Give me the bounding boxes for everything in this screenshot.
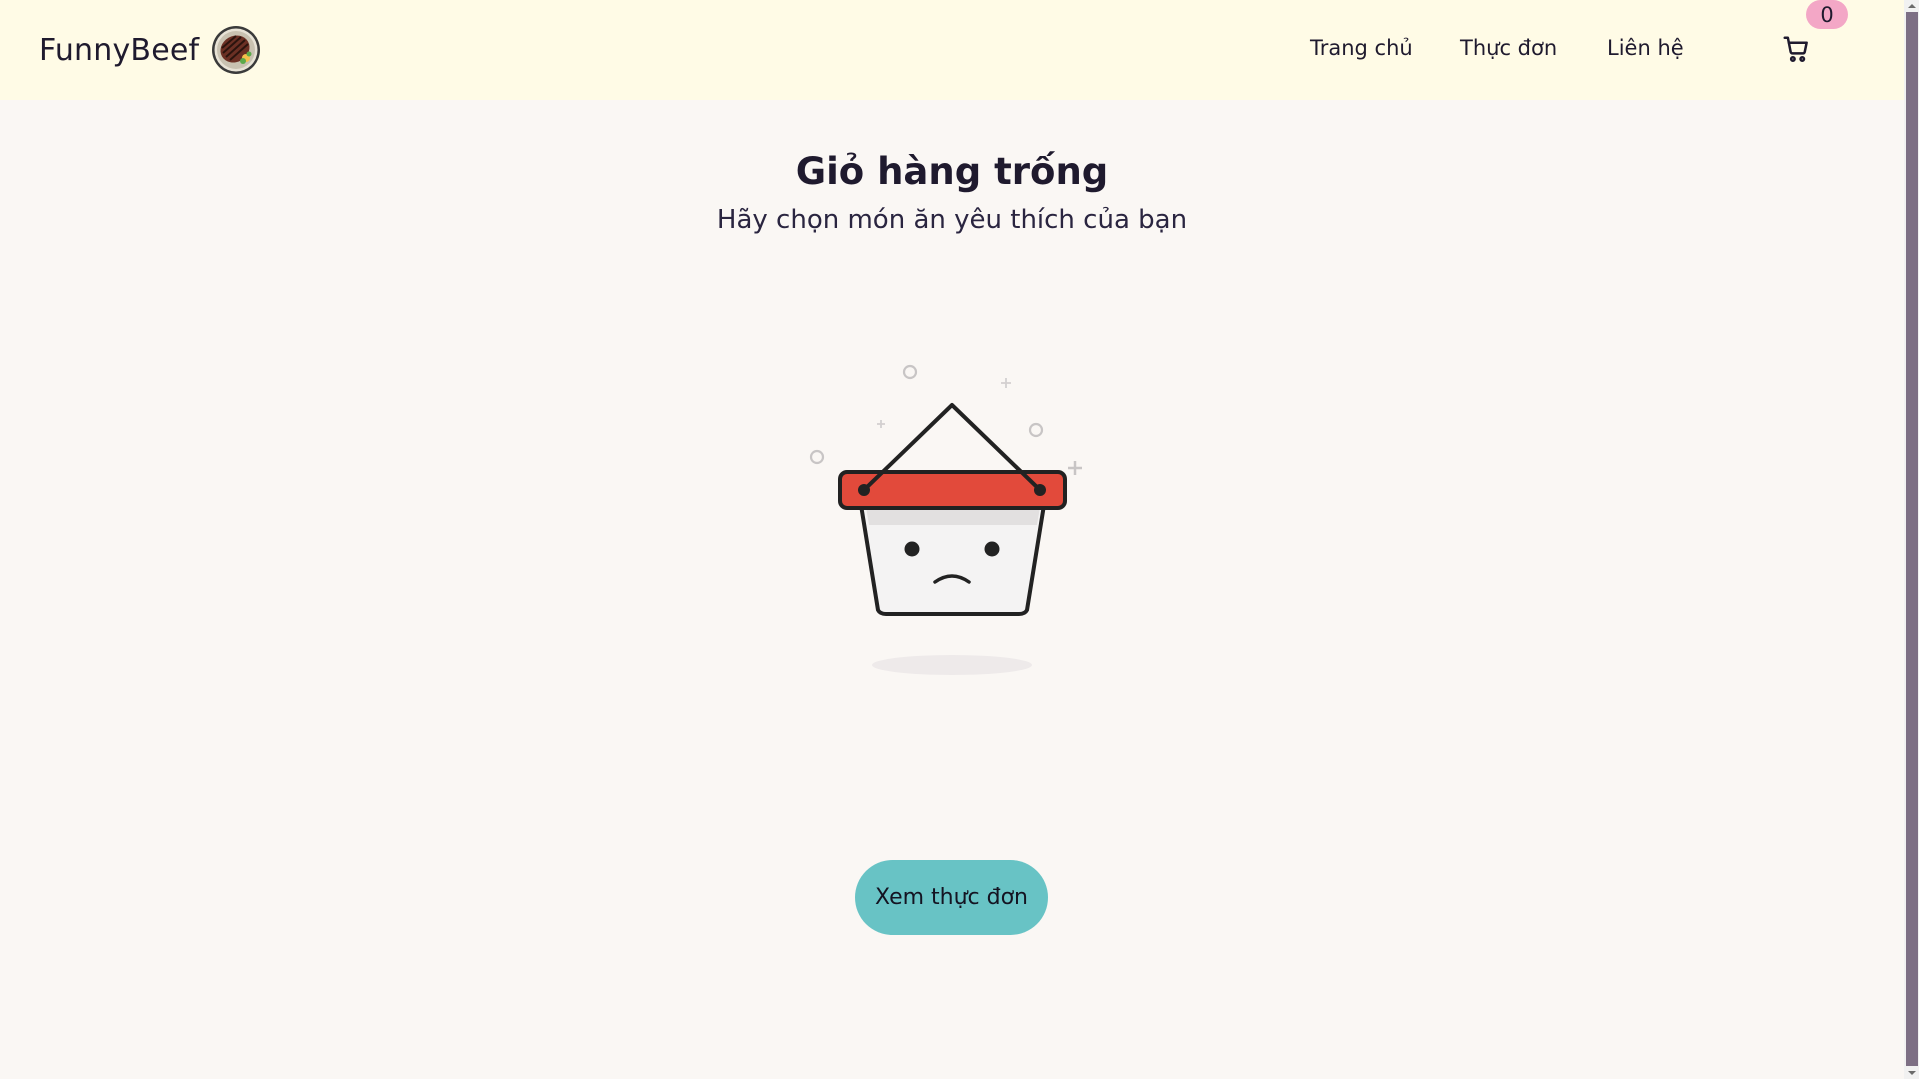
beef-plate-logo-icon — [212, 26, 261, 74]
nav-home-link[interactable]: Trang chủ — [1310, 36, 1413, 60]
scroll-down-arrow-icon[interactable] — [1904, 1067, 1919, 1079]
page-scrollbar[interactable] — [1904, 0, 1919, 1079]
cart-button[interactable] — [1781, 34, 1811, 64]
cart-count-badge: 0 — [1806, 0, 1848, 29]
sad-empty-basket-icon — [809, 364, 1082, 675]
cart-page: FunnyBeef Trang chủ Thực đơn Liên hệ 0 G… — [0, 0, 1919, 1079]
brand-logo-link[interactable]: FunnyBeef — [39, 24, 261, 76]
scroll-up-arrow-icon[interactable] — [1904, 0, 1919, 12]
empty-cart-subtitle: Hãy chọn món ăn yêu thích của bạn — [716, 205, 1188, 235]
site-header: FunnyBeef Trang chủ Thực đơn Liên hệ 0 — [0, 0, 1904, 100]
nav-contact-link[interactable]: Liên hệ — [1607, 36, 1684, 60]
empty-cart-title: Giỏ hàng trống — [795, 150, 1109, 193]
brand-name: FunnyBeef — [39, 32, 200, 68]
nav-menu-link[interactable]: Thực đơn — [1460, 36, 1557, 60]
scrollbar-thumb[interactable] — [1906, 12, 1918, 1066]
shopping-cart-icon — [1783, 36, 1808, 63]
view-menu-button[interactable]: Xem thực đơn — [855, 860, 1048, 935]
